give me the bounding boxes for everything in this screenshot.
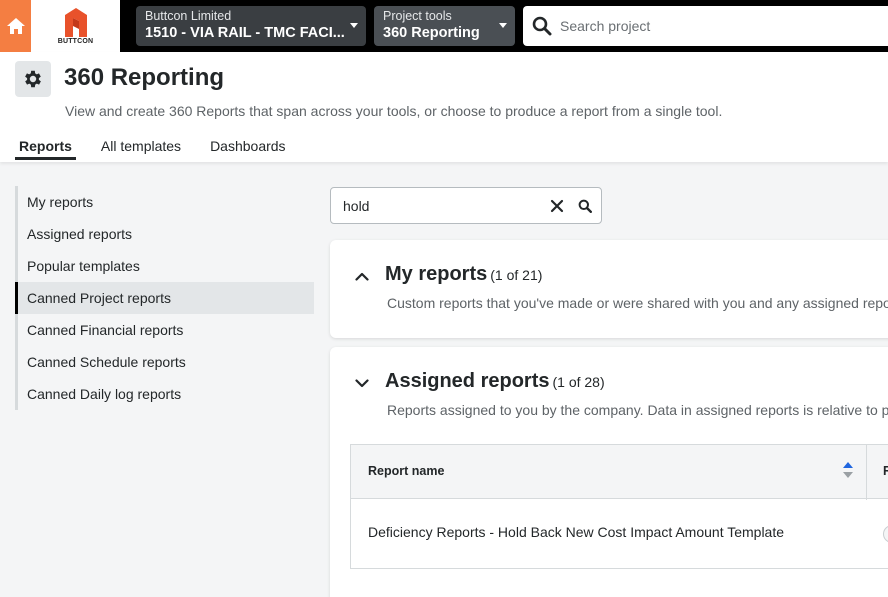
project-search[interactable] [523,6,888,46]
report-name-cell[interactable]: Deficiency Reports - Hold Back New Cost … [368,524,784,540]
my-reports-section: My reports (1 of 21) Custom reports that … [330,240,888,338]
tool-selector-label: Project tools [383,9,452,23]
top-navigation-bar: BUTTCON Buttcon Limited 1510 - VIA RAIL … [0,0,888,52]
project-search-input[interactable] [560,18,860,34]
tool-selector-value: 360 Reporting [383,25,480,41]
gear-icon [25,70,41,88]
sidebar-item-canned-daily-log-reports[interactable]: Canned Daily log reports [15,378,314,410]
company-name: Buttcon Limited [145,9,232,23]
close-icon [550,199,564,212]
chevron-down-icon [355,378,369,387]
page-header: 360 Reporting View and create 360 Report… [0,52,888,162]
sort-icon[interactable] [841,461,855,479]
sidebar-item-assigned-reports[interactable]: Assigned reports [15,218,314,250]
caret-down-icon [350,23,358,28]
section-title: Assigned reports (1 of 28) [385,370,605,393]
section-title: My reports (1 of 21) [385,263,542,286]
tab-all-templates[interactable]: All templates [97,138,185,160]
search-submit-button[interactable] [569,199,601,213]
section-description: Reports assigned to you by the company. … [387,402,888,418]
report-search-value[interactable]: hold [331,198,545,214]
section-count: (1 of 28) [552,374,605,390]
company-logo[interactable]: BUTTCON [31,0,120,52]
page-title: 360 Reporting [64,64,225,91]
chevron-up-icon [355,272,369,281]
column-header-report-name[interactable]: Report name [368,464,444,478]
home-icon [6,18,25,34]
assigned-reports-table: Report name R Deficiency Reports - Hold … [350,444,888,569]
sidebar-item-canned-financial-reports[interactable]: Canned Financial reports [15,314,314,346]
section-count: (1 of 21) [490,267,543,283]
table-row[interactable]: Deficiency Reports - Hold Back New Cost … [350,499,888,569]
project-name: 1510 - VIA RAIL - TMC FACI... [145,25,345,41]
status-badge [883,525,888,543]
page-subtitle: View and create 360 Reports that span ac… [65,103,723,119]
assigned-reports-section: Assigned reports (1 of 28) Reports assign… [330,347,888,597]
sidebar-item-canned-schedule-reports[interactable]: Canned Schedule reports [15,346,314,378]
tab-bar: Reports All templates Dashboards [15,138,311,160]
search-icon [524,16,560,36]
clear-search-button[interactable] [545,199,569,213]
buttcon-logo-icon [64,8,87,37]
tool-selector[interactable]: Project tools 360 Reporting [374,6,515,46]
section-description: Custom reports that you've made or were … [387,295,888,311]
tab-dashboards[interactable]: Dashboards [206,138,290,160]
search-icon [578,199,592,213]
expand-section-button[interactable] [354,375,370,391]
section-title-text: Assigned reports [385,370,550,392]
report-search-field[interactable]: hold [330,187,602,224]
caret-down-icon [499,23,507,28]
sidebar-item-canned-project-reports[interactable]: Canned Project reports [15,282,314,314]
column-divider [866,445,867,500]
sidebar-item-popular-templates[interactable]: Popular templates [15,250,314,282]
tool-settings-button[interactable] [15,61,51,97]
home-button[interactable] [0,0,31,52]
sidebar-item-my-reports[interactable]: My reports [15,186,314,218]
column-header-next[interactable]: R [883,464,888,478]
tab-reports[interactable]: Reports [15,138,76,160]
section-title-text: My reports [385,263,488,285]
collapse-section-button[interactable] [354,268,370,284]
table-header: Report name R [350,444,888,500]
logo-text: BUTTCON [57,38,94,45]
report-categories-sidebar: My reports Assigned reports Popular temp… [15,186,314,410]
project-selector[interactable]: Buttcon Limited 1510 - VIA RAIL - TMC FA… [136,6,366,46]
